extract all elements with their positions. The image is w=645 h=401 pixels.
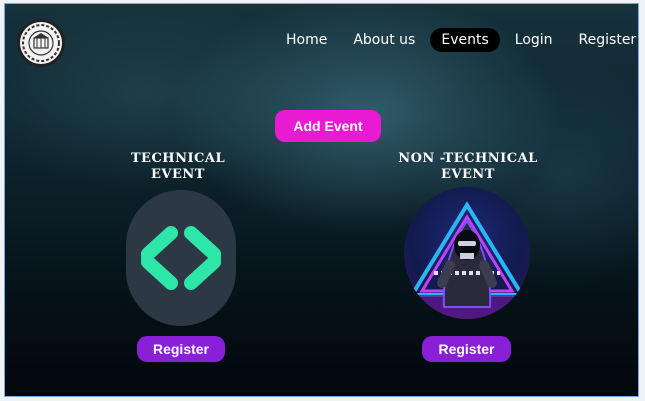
nav-home[interactable]: Home — [275, 28, 338, 52]
code-brackets-icon — [141, 226, 221, 290]
technical-title-line1: TECHNICAL — [130, 151, 226, 166]
nav-about-us[interactable]: About us — [342, 28, 426, 52]
add-event-button[interactable]: Add Event — [275, 110, 381, 142]
non-technical-event-title: NON -TECHNICAL EVENT — [388, 151, 548, 183]
non-technical-title-line1: NON -TECHNICAL — [398, 151, 538, 166]
technical-event-title: TECHNICAL EVENT — [113, 151, 243, 183]
nav-register[interactable]: Register — [568, 28, 638, 52]
college-seal-icon — [22, 24, 60, 62]
main-nav: Home About us Events Login Register — [273, 28, 638, 52]
technical-register-button[interactable]: Register — [137, 336, 225, 362]
non-technical-event-image[interactable] — [404, 187, 530, 319]
page-frame: Home About us Events Login Register Add … — [4, 3, 639, 397]
non-technical-register-button[interactable]: Register — [422, 336, 511, 362]
nav-login[interactable]: Login — [504, 28, 564, 52]
college-logo[interactable] — [17, 19, 65, 67]
hooded-gamer-icon — [404, 201, 530, 319]
non-technical-title-line2: EVENT — [441, 167, 495, 182]
nav-events[interactable]: Events — [430, 28, 500, 52]
technical-event-image[interactable] — [126, 190, 236, 326]
technical-title-line2: EVENT — [151, 167, 205, 182]
